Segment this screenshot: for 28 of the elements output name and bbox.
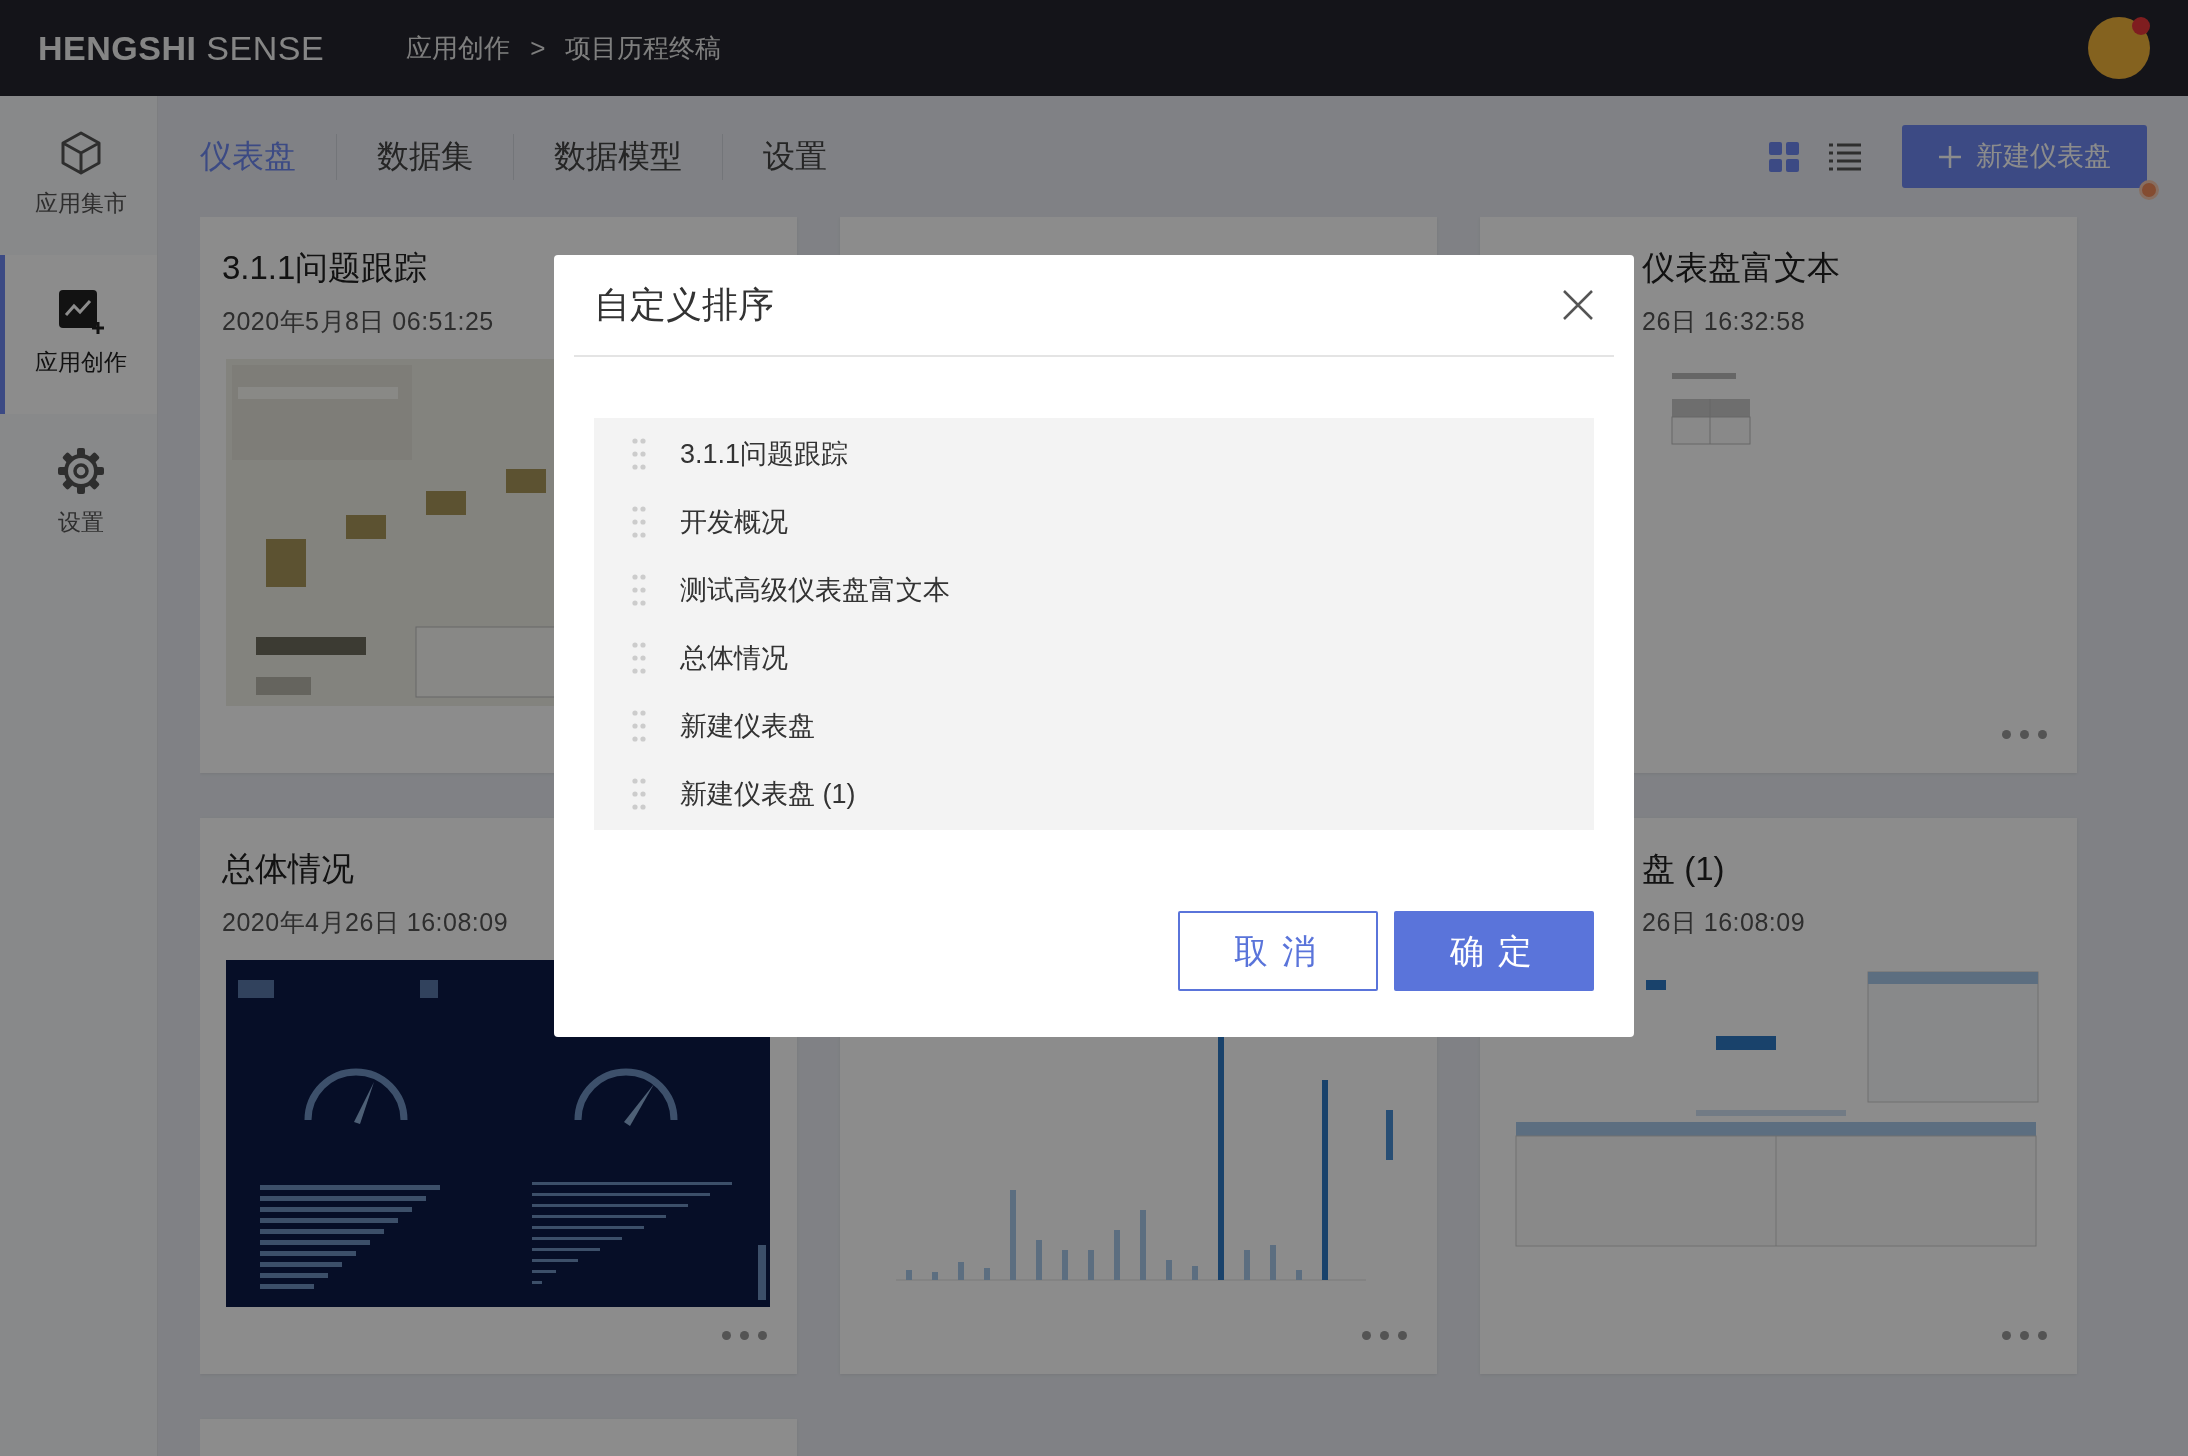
- sort-item[interactable]: 3.1.1问题跟踪: [680, 433, 849, 475]
- breadcrumb-separator: >: [530, 31, 546, 65]
- breadcrumb-item[interactable]: 应用创作: [406, 28, 511, 68]
- sort-item[interactable]: 开发概况: [680, 501, 788, 543]
- tab[interactable]: 数据集: [337, 137, 513, 176]
- card-date: 26日 16:08:09: [1642, 907, 1806, 936]
- card-title: 盘 (1): [1642, 849, 1725, 889]
- sort-item[interactable]: 测试高级仪表盘富文本: [680, 569, 950, 611]
- sidebar-item[interactable]: 应用创作: [0, 255, 157, 414]
- logo: HENGSHI SENSE: [38, 27, 325, 69]
- sort-item[interactable]: 新建仪表盘 (1): [680, 773, 856, 815]
- tab[interactable]: 数据模型: [514, 137, 722, 176]
- confirm-button[interactable]: 确定: [1394, 911, 1594, 991]
- card-date: 26日 16:32:58: [1642, 306, 1806, 335]
- card-date: 2020年5月8日 06:51:25: [222, 306, 494, 335]
- cancel-button[interactable]: 取消: [1178, 911, 1378, 991]
- dialog-title: 自定义排序: [594, 283, 774, 327]
- card-title: 仪表盘富文本: [1642, 248, 1840, 288]
- sidebar-item[interactable]: 应用集市: [0, 96, 157, 255]
- card-title: 3.1.1问题跟踪: [222, 248, 428, 288]
- sort-item[interactable]: 总体情况: [680, 637, 788, 679]
- card-title: 总体情况: [222, 849, 354, 889]
- new-dashboard-button[interactable]: 新建仪表盘: [1902, 125, 2147, 188]
- card-date: 2020年4月26日 16:08:09: [222, 907, 509, 936]
- breadcrumb-item[interactable]: 项目历程终稿: [565, 28, 722, 68]
- sidebar-item[interactable]: 设置: [0, 414, 157, 573]
- sort-item[interactable]: 新建仪表盘: [680, 705, 815, 747]
- tab[interactable]: 设置: [723, 137, 867, 176]
